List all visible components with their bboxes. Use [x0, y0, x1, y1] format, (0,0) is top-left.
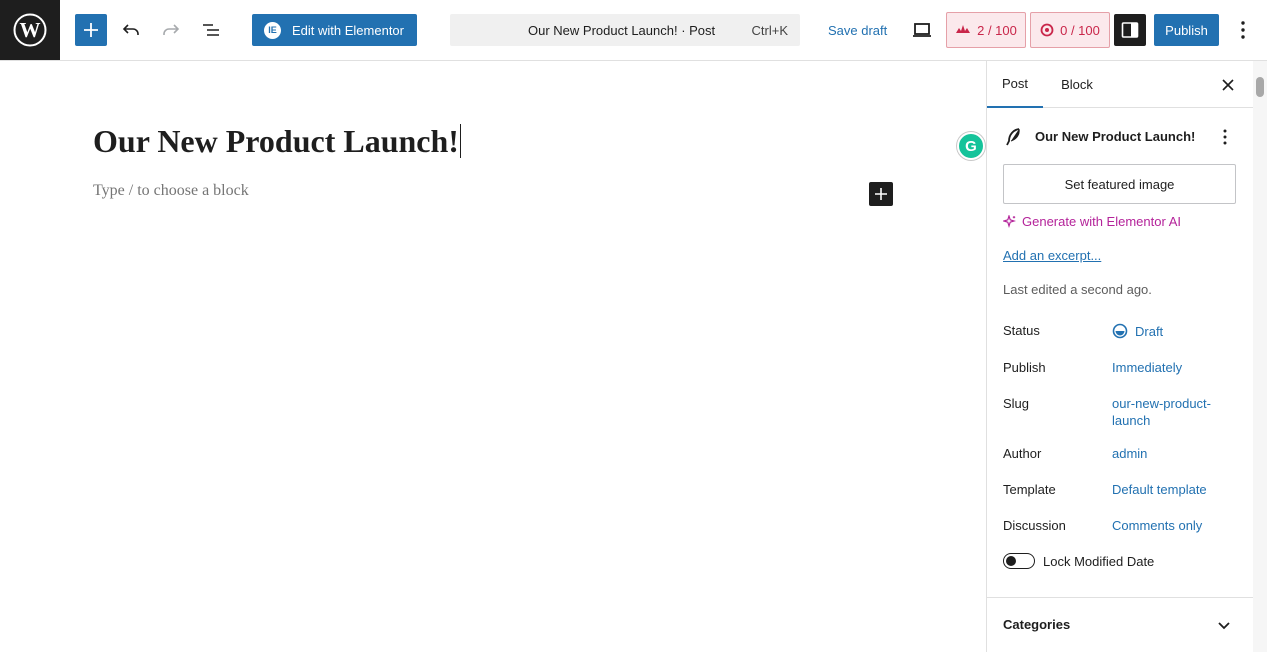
readability-score-icon — [1040, 23, 1054, 37]
publish-label: Publish — [1003, 360, 1046, 375]
block-inserter-toggle-button[interactable] — [75, 14, 107, 46]
text-caret — [459, 124, 461, 158]
command-palette-shortcut: Ctrl+K — [751, 23, 788, 38]
preview-button[interactable] — [911, 19, 933, 41]
edit-with-elementor-label: Edit with Elementor — [292, 22, 404, 38]
empty-block-placeholder[interactable]: Type / to choose a block — [93, 182, 249, 200]
document-overview-button[interactable] — [197, 16, 225, 44]
editor-top-bar: W IE Edit with Elementor Our New Product… — [0, 0, 1267, 61]
more-vertical-icon — [1241, 21, 1245, 39]
status-value-button[interactable]: Draft — [1112, 323, 1163, 339]
wordpress-logo-icon: W — [13, 13, 47, 47]
edit-with-elementor-button[interactable]: IE Edit with Elementor — [252, 14, 417, 46]
last-edited-text: Last edited a second ago. — [1003, 282, 1152, 297]
grammarly-button[interactable]: G — [957, 132, 985, 160]
close-icon — [1222, 79, 1234, 91]
svg-text:W: W — [20, 18, 41, 42]
author-label: Author — [1003, 446, 1042, 461]
draft-status-icon — [1112, 323, 1128, 339]
chevron-down-icon — [1218, 622, 1230, 630]
add-excerpt-link[interactable]: Add an excerpt... — [1003, 248, 1101, 263]
seo-score-icon — [956, 25, 971, 33]
grammarly-icon: G — [965, 137, 977, 155]
seo-score-value: 2 / 100 — [977, 22, 1017, 38]
wordpress-logo-button[interactable]: W — [0, 0, 60, 60]
generate-ai-label: Generate with Elementor AI — [1022, 214, 1181, 229]
readability-score-value: 0 / 100 — [1060, 22, 1100, 38]
settings-sidebar-toggle[interactable] — [1114, 14, 1146, 46]
publish-date-button[interactable]: Immediately — [1112, 360, 1182, 375]
post-actions-button[interactable] — [1216, 128, 1234, 146]
template-value-button[interactable]: Default template — [1112, 482, 1207, 497]
sidebar-tabs: Post Block — [987, 61, 1253, 108]
command-palette-button[interactable]: Our New Product Launch! · Post Ctrl+K — [450, 14, 800, 46]
seo-score-button[interactable]: 2 / 100 — [946, 12, 1026, 48]
feather-icon — [1006, 128, 1020, 146]
undo-button[interactable] — [117, 16, 145, 44]
add-block-button[interactable] — [869, 182, 893, 206]
author-value-button[interactable]: admin — [1112, 446, 1147, 461]
discussion-label: Discussion — [1003, 518, 1066, 533]
tab-post[interactable]: Post — [987, 61, 1043, 108]
elementor-icon: IE — [264, 21, 281, 39]
laptop-icon — [913, 23, 931, 37]
lock-modified-date-toggle[interactable] — [1003, 553, 1035, 569]
toggle-knob — [1006, 556, 1016, 566]
close-sidebar-button[interactable] — [1219, 76, 1237, 94]
publish-button[interactable]: Publish — [1154, 14, 1219, 46]
template-label: Template — [1003, 482, 1056, 497]
save-draft-button[interactable]: Save draft — [828, 23, 887, 38]
tab-block[interactable]: Block — [1049, 61, 1105, 108]
command-palette-title: Our New Product Launch! · Post — [528, 23, 716, 38]
slug-value-button[interactable]: our-new-product- launch — [1112, 395, 1211, 429]
categories-panel-toggle[interactable]: Categories — [987, 597, 1253, 652]
settings-sidebar: Post Block Our New Product Launch! Set f… — [986, 61, 1253, 652]
editor-canvas[interactable]: Our New Product Launch! Type / to choose… — [0, 61, 986, 652]
set-featured-image-button[interactable]: Set featured image — [1003, 164, 1236, 204]
slug-label: Slug — [1003, 396, 1030, 411]
list-view-icon — [203, 24, 219, 36]
sidebar-scrollbar[interactable] — [1253, 61, 1267, 652]
generate-with-elementor-ai-link[interactable]: Generate with Elementor AI — [1003, 214, 1181, 229]
redo-button[interactable] — [157, 16, 185, 44]
scrollbar-thumb[interactable] — [1256, 77, 1264, 97]
plus-icon — [875, 188, 887, 200]
status-value: Draft — [1135, 324, 1164, 339]
plus-icon — [84, 23, 98, 37]
more-vertical-icon — [1223, 129, 1227, 145]
readability-score-button[interactable]: 0 / 100 — [1030, 12, 1110, 48]
lock-modified-date-label: Lock Modified Date — [1043, 554, 1155, 569]
undo-icon — [122, 24, 139, 35]
redo-icon — [163, 24, 180, 35]
discussion-value-button[interactable]: Comments only — [1112, 518, 1202, 533]
sparkle-icon — [1003, 215, 1016, 228]
post-title-text: Our New Product Launch! — [93, 123, 459, 159]
categories-title: Categories — [1003, 617, 1071, 632]
post-summary-title: Our New Product Launch! — [1035, 129, 1196, 144]
status-label: Status — [1003, 323, 1040, 338]
post-summary-header: Our New Product Launch! — [1004, 127, 1244, 147]
options-menu-button[interactable] — [1234, 19, 1252, 41]
sidebar-icon — [1121, 22, 1139, 38]
post-title-input[interactable]: Our New Product Launch! — [93, 123, 461, 160]
